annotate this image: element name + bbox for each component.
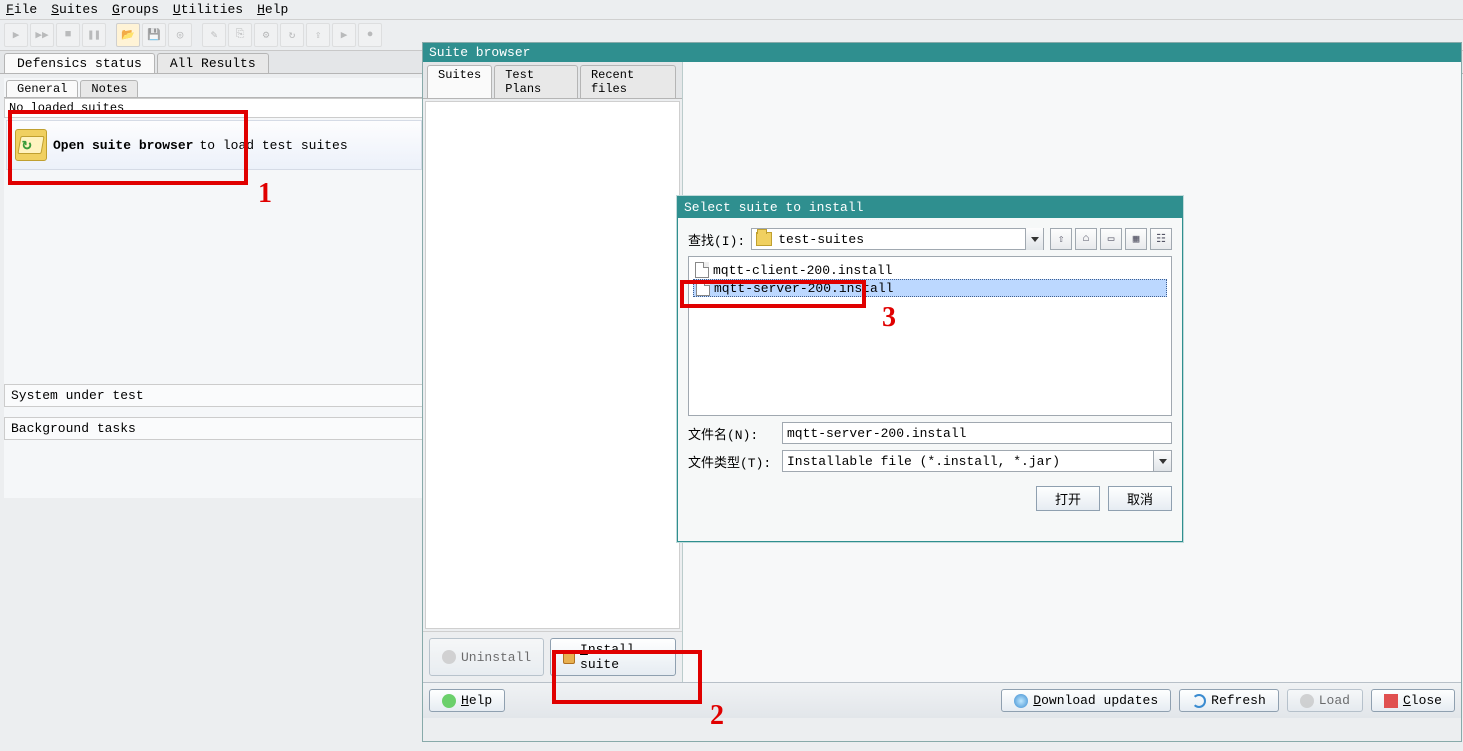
open-button[interactable]: 打开: [1036, 486, 1100, 511]
file-dialog: Select suite to install 查找(I): test-suit…: [677, 196, 1183, 542]
save-icon[interactable]: 💾: [142, 23, 166, 47]
stop-icon[interactable]: ■: [56, 23, 80, 47]
menu-file[interactable]: File: [6, 2, 37, 17]
folder-icon: [756, 232, 772, 246]
file-icon: [696, 280, 710, 296]
help-icon: [442, 694, 456, 708]
uninstall-icon: [442, 650, 456, 664]
chevron-down-icon[interactable]: [1025, 228, 1043, 250]
open-suite-browser-button[interactable]: Open suite browser: [15, 129, 193, 161]
refresh-icon: [1192, 694, 1206, 708]
file-item[interactable]: mqtt-client-200.install: [693, 261, 1167, 279]
close-button[interactable]: Close: [1371, 689, 1455, 712]
filetype-select[interactable]: Installable file (*.install, *.jar): [782, 450, 1172, 472]
edit-icon[interactable]: ✎: [202, 23, 226, 47]
file-item-label: mqtt-server-200.install: [714, 281, 893, 296]
close-icon: [1384, 694, 1398, 708]
open-suite-browser-label: Open suite browser: [53, 138, 193, 153]
gear-icon[interactable]: ⚙: [254, 23, 278, 47]
target-icon[interactable]: ◎: [168, 23, 192, 47]
filename-input[interactable]: [782, 422, 1172, 444]
uninstall-button[interactable]: Uninstall: [429, 638, 544, 676]
tab-notes[interactable]: Notes: [80, 80, 138, 97]
play2-icon[interactable]: ▶: [332, 23, 356, 47]
refresh-button[interactable]: Refresh: [1179, 689, 1279, 712]
step-icon[interactable]: ▶▶: [30, 23, 54, 47]
up-folder-icon[interactable]: ⇧: [1050, 228, 1072, 250]
menu-help[interactable]: Help: [257, 2, 288, 17]
tab-all-results[interactable]: All Results: [157, 53, 269, 73]
file-list[interactable]: mqtt-client-200.install mqtt-server-200.…: [688, 256, 1172, 416]
open-folder-icon[interactable]: 📂: [116, 23, 140, 47]
new-folder-icon[interactable]: ▭: [1100, 228, 1122, 250]
filename-label: 文件名(N):: [688, 424, 774, 443]
menu-utilities[interactable]: Utilities: [173, 2, 243, 17]
load-icon: [1300, 694, 1314, 708]
no-loaded-suites-label: No loaded suites: [4, 98, 424, 118]
download-updates-button[interactable]: Download updates: [1001, 689, 1171, 712]
inner-tabs: General Notes: [4, 78, 424, 98]
help-button[interactable]: Help: [429, 689, 505, 712]
file-icon: [695, 262, 709, 278]
globe-icon: [1014, 694, 1028, 708]
chevron-down-icon[interactable]: [1153, 451, 1171, 471]
folder-refresh-icon: [15, 129, 47, 161]
file-item[interactable]: mqtt-server-200.install: [693, 279, 1167, 297]
filetype-label: 文件类型(T):: [688, 452, 774, 471]
left-panel: General Notes No loaded suites Open suit…: [4, 78, 424, 498]
record-icon[interactable]: ●: [358, 23, 382, 47]
open-suite-row: Open suite browser to load test suites: [6, 120, 422, 170]
package-icon: [563, 650, 575, 664]
system-under-test-section[interactable]: System under test: [4, 384, 424, 407]
tab-suites[interactable]: Suites: [427, 65, 492, 98]
menu-suites[interactable]: Suites: [51, 2, 98, 17]
cancel-button[interactable]: 取消: [1108, 486, 1172, 511]
detail-view-icon[interactable]: ☷: [1150, 228, 1172, 250]
suite-browser-left-pane: Suites Test Plans Recent files Uninstall…: [423, 62, 683, 682]
look-in-label: 查找(I):: [688, 230, 745, 249]
suite-browser-title: Suite browser: [423, 43, 1461, 62]
tab-test-plans[interactable]: Test Plans: [494, 65, 578, 98]
refresh-icon[interactable]: ↻: [280, 23, 304, 47]
file-dialog-title: Select suite to install: [678, 197, 1182, 218]
install-suite-button[interactable]: Install suite: [550, 638, 676, 676]
menu-groups[interactable]: Groups: [112, 2, 159, 17]
filetype-value: Installable file (*.install, *.jar): [787, 454, 1060, 469]
suite-tree[interactable]: [425, 101, 680, 629]
suite-browser-bottom-bar: Help Download updates Refresh Load Close: [423, 682, 1461, 718]
tab-recent-files[interactable]: Recent files: [580, 65, 676, 98]
background-tasks-section[interactable]: Background tasks: [4, 417, 424, 440]
home-icon[interactable]: ⌂: [1075, 228, 1097, 250]
load-button[interactable]: Load: [1287, 689, 1363, 712]
tab-defensics-status[interactable]: Defensics status: [4, 53, 155, 73]
copy-icon[interactable]: ⎘: [228, 23, 252, 47]
open-suite-rest-label: to load test suites: [199, 138, 347, 153]
file-item-label: mqtt-client-200.install: [713, 263, 892, 278]
menu-bar: File Suites Groups Utilities Help: [0, 0, 1463, 20]
list-view-icon[interactable]: ▦: [1125, 228, 1147, 250]
pause-icon[interactable]: ❚❚: [82, 23, 106, 47]
tab-general[interactable]: General: [6, 80, 78, 97]
look-in-combo[interactable]: test-suites: [751, 228, 1044, 250]
play-icon[interactable]: ▶: [4, 23, 28, 47]
look-in-value: test-suites: [778, 232, 864, 247]
export-icon[interactable]: ⇪: [306, 23, 330, 47]
